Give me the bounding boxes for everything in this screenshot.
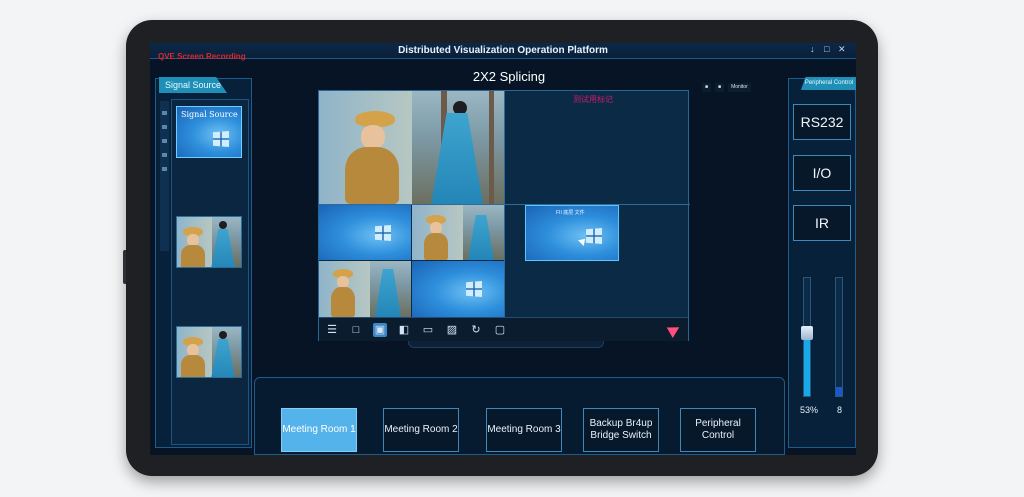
windows-logo-icon <box>466 281 482 297</box>
ir-button[interactable]: IR <box>793 205 851 241</box>
rs232-button[interactable]: RS232 <box>793 104 851 140</box>
signal-source-tab[interactable]: Signal Source <box>159 77 227 93</box>
splicing-toolbar: ☰ □ ▣ ◧ ▭ ▨ ↻ ▢ <box>319 317 688 341</box>
splicing-title: 2X2 Splicing <box>472 69 546 84</box>
slider-right-value: 8 <box>837 405 843 415</box>
windows-logo-icon <box>586 228 602 244</box>
wall-window-desktop-2[interactable] <box>412 261 504 317</box>
tablet-frame: Distributed Visualization Operation Plat… <box>123 20 878 476</box>
monitor-button[interactable]: Monitor <box>728 83 751 92</box>
wall-window-photo-2[interactable] <box>412 205 504 260</box>
close-icon[interactable]: ✕ <box>838 44 846 55</box>
single-window-icon[interactable]: □ <box>349 323 363 337</box>
wall-footer-bar <box>408 341 604 348</box>
peripheral-control-button[interactable]: Peripheral Control <box>680 408 756 452</box>
volume-slider-right[interactable] <box>835 277 843 397</box>
scene-button-panel: Meeting Room 1 Meeting Room 2 Meeting Ro… <box>254 377 785 455</box>
windows-logo-icon <box>213 131 229 147</box>
windows-logo-icon <box>375 225 391 241</box>
volume-slider-left[interactable] <box>801 277 813 397</box>
splicing-wall[interactable]: 测试用标记 FII 底层 文件 ☰ □ ▣ ◧ ▭ ▨ ↻ ▢ <box>318 90 690 341</box>
peripheral-control-panel: Peripheral Control RS232 I/O IR 53% 8 <box>788 77 856 448</box>
slider-fill <box>804 333 810 396</box>
send-icon[interactable] <box>666 322 683 338</box>
thumbnail-camera-2[interactable] <box>176 326 242 378</box>
list-icon[interactable]: ☰ <box>325 323 339 337</box>
slider-fill <box>836 386 842 396</box>
app-screen: Distributed Visualization Operation Plat… <box>150 43 856 455</box>
slider-knob[interactable] <box>801 326 813 341</box>
wall-window-photo-large[interactable] <box>319 91 504 204</box>
slider-left-value: 53% <box>800 405 819 415</box>
window-icon[interactable]: ▢ <box>493 323 507 337</box>
floating-window-text: FII 底层 文件 <box>556 210 585 216</box>
thumbnail-label: Signal Source <box>181 110 238 119</box>
io-button[interactable]: I/O <box>793 155 851 191</box>
meeting-room-3-button[interactable]: Meeting Room 3 <box>486 408 562 452</box>
mini-button-1[interactable]: ■ <box>702 83 712 92</box>
mini-button-2[interactable]: ■ <box>715 83 725 92</box>
wall-window-photo-3[interactable] <box>319 261 411 317</box>
meeting-room-2-button[interactable]: Meeting Room 2 <box>383 408 459 452</box>
app-title: Distributed Visualization Operation Plat… <box>398 45 608 56</box>
view-mini-buttons: ■ ■ Monitor <box>702 83 751 92</box>
thumbnail-camera-1[interactable] <box>176 216 242 268</box>
frame-icon[interactable]: ▭ <box>421 323 435 337</box>
thumbnail-list: Signal Source <box>171 99 249 445</box>
peripheral-control-tab[interactable]: Peripheral Control <box>801 77 856 90</box>
thumbnail-scroll-strip[interactable] <box>160 101 169 251</box>
signal-source-panel: Signal Source Signal Source <box>155 77 252 448</box>
quadrant-label: 测试用标记 <box>573 95 613 104</box>
wall-window-desktop-1[interactable] <box>319 205 411 260</box>
quad-split-icon[interactable]: ▣ <box>373 323 387 337</box>
title-bar: Distributed Visualization Operation Plat… <box>150 43 856 59</box>
rotate-icon[interactable]: ↻ <box>469 323 483 337</box>
maximize-icon[interactable]: □ <box>824 44 829 54</box>
meeting-room-1-button[interactable]: Meeting Room 1 <box>281 408 357 452</box>
recording-label: QVE Screen Recording <box>158 52 246 61</box>
backup-bridge-switch-button[interactable]: Backup Br4up Bridge Switch <box>583 408 659 452</box>
overlay-window-icon[interactable]: ◧ <box>397 323 411 337</box>
thumbnail-signal-source[interactable]: Signal Source <box>176 106 242 158</box>
pip-icon[interactable]: ▨ <box>445 323 459 337</box>
wall-window-floating-desktop[interactable]: FII 底层 文件 <box>525 205 619 261</box>
minimize-icon[interactable]: ↓ <box>810 44 815 54</box>
